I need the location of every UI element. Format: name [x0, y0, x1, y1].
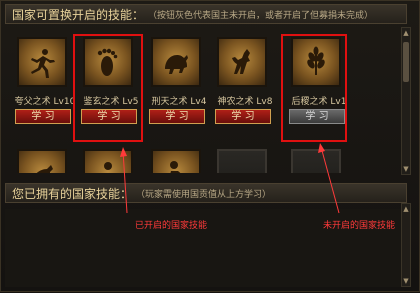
- annotation-arrows: [120, 143, 340, 214]
- enabled-skill-annotation: 已开启的国家技能: [135, 221, 208, 231]
- disabled-skill-annotation: 未开启的国家技能: [323, 221, 396, 231]
- country-skill-panel: 国家可置换开启的技能： （按钮灰色代表国主未开启，或者开启了但募捐未完成） 夸父…: [0, 0, 420, 292]
